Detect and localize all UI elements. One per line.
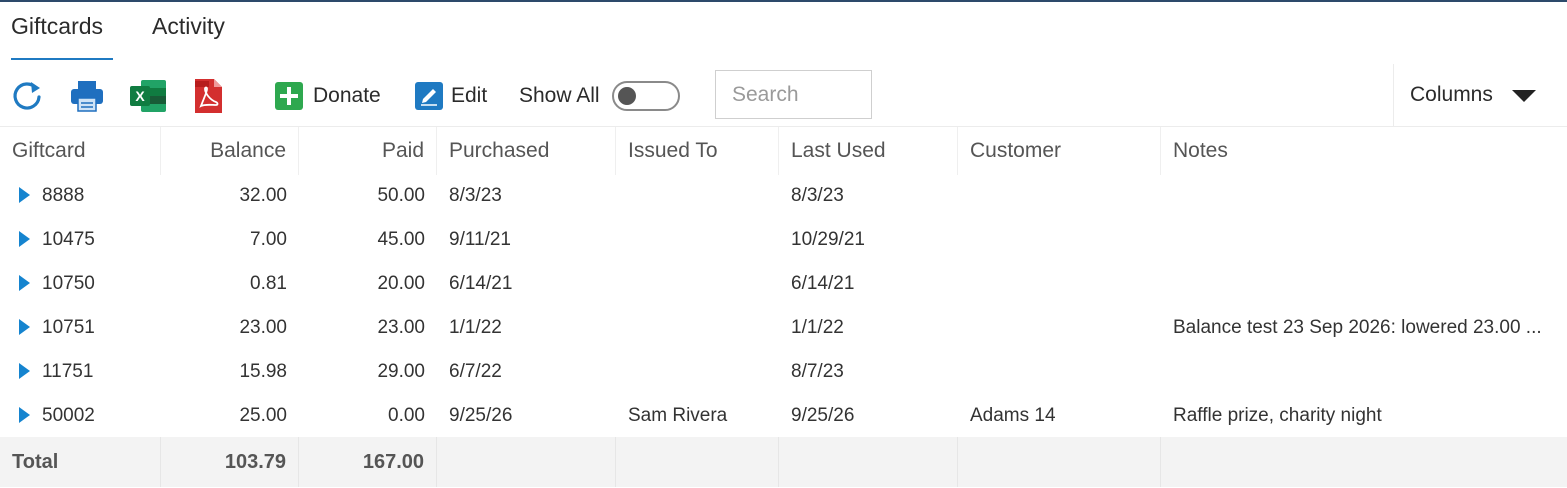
cell-giftcard: 10475	[42, 229, 95, 250]
expand-row-icon[interactable]	[19, 231, 30, 247]
cell-giftcard: 11751	[42, 361, 94, 382]
tab-giftcards[interactable]: Giftcards	[11, 12, 113, 60]
cell-issued-to	[616, 174, 779, 218]
total-label: Total	[0, 437, 161, 487]
toggle-knob	[618, 87, 636, 105]
cell-purchased: 6/7/22	[449, 361, 502, 382]
cell-paid: 45.00	[377, 229, 425, 250]
cell-notes	[1161, 262, 1561, 306]
total-empty-cell	[616, 437, 779, 487]
cell-issued-to	[616, 262, 779, 306]
columns-label: Columns	[1410, 83, 1493, 106]
cell-paid: 50.00	[377, 185, 425, 206]
cell-purchased: 9/25/26	[449, 405, 513, 426]
cell-customer	[958, 262, 1161, 306]
print-icon[interactable]	[69, 78, 105, 114]
cell-last-used: 9/25/26	[791, 405, 855, 426]
edit-button[interactable]: Edit	[415, 78, 487, 114]
column-header-balance[interactable]: Balance	[161, 127, 299, 175]
table-row[interactable]: 10475 7.00 45.00 9/11/21 10/29/21	[0, 218, 1567, 262]
cell-notes	[1161, 174, 1561, 218]
cell-giftcard: 8888	[42, 185, 85, 206]
cell-paid: 20.00	[377, 273, 425, 294]
totals-row: Total 103.79 167.00	[0, 437, 1567, 487]
tab-activity[interactable]: Activity	[152, 12, 225, 60]
cell-notes: Raffle prize, charity night	[1173, 405, 1382, 426]
table-row[interactable]: 50002 25.00 0.00 9/25/26 Sam Rivera 9/25…	[0, 394, 1567, 438]
cell-issued-to	[616, 218, 779, 262]
expand-row-icon[interactable]	[19, 187, 30, 203]
cell-balance: 15.98	[239, 361, 287, 382]
cell-notes	[1161, 350, 1561, 394]
column-header-issued-to[interactable]: Issued To	[616, 127, 779, 175]
donate-label: Donate	[313, 84, 381, 107]
table-header: Giftcard Balance Paid Purchased Issued T…	[0, 126, 1567, 175]
total-balance: 103.79	[161, 437, 299, 487]
cell-giftcard: 50002	[42, 405, 95, 426]
cell-last-used: 8/7/23	[791, 361, 844, 382]
tab-bar: Giftcards Activity	[0, 2, 1567, 60]
cell-balance: 32.00	[239, 185, 287, 206]
cell-balance: 0.81	[250, 273, 287, 294]
donate-button[interactable]: Donate	[275, 78, 381, 114]
cell-last-used: 10/29/21	[791, 229, 865, 250]
column-header-notes[interactable]: Notes	[1161, 127, 1567, 175]
refresh-icon[interactable]	[9, 78, 45, 114]
expand-row-icon[interactable]	[19, 407, 30, 423]
cell-purchased: 6/14/21	[449, 273, 513, 294]
cell-balance: 7.00	[250, 229, 287, 250]
cell-balance: 23.00	[239, 317, 287, 338]
cell-purchased: 8/3/23	[449, 185, 502, 206]
column-header-giftcard[interactable]: Giftcard	[0, 127, 161, 175]
cell-customer	[958, 174, 1161, 218]
total-empty-cell	[958, 437, 1161, 487]
cell-last-used: 8/3/23	[791, 185, 844, 206]
column-header-purchased[interactable]: Purchased	[437, 127, 616, 175]
cell-purchased: 1/1/22	[449, 317, 502, 338]
plus-icon	[275, 82, 303, 110]
column-header-last-used[interactable]: Last Used	[779, 127, 958, 175]
table-row[interactable]: 8888 32.00 50.00 8/3/23 8/3/23	[0, 174, 1567, 218]
cell-balance: 25.00	[239, 405, 287, 426]
table-row[interactable]: 11751 15.98 29.00 6/7/22 8/7/23	[0, 350, 1567, 394]
expand-row-icon[interactable]	[19, 319, 30, 335]
cell-last-used: 1/1/22	[791, 317, 844, 338]
column-header-customer[interactable]: Customer	[958, 127, 1161, 175]
cell-notes	[1161, 218, 1561, 262]
cell-paid: 29.00	[377, 361, 425, 382]
search-input[interactable]	[715, 70, 872, 119]
show-all-toggle[interactable]	[612, 81, 680, 111]
cell-customer	[958, 306, 1161, 350]
table-row[interactable]: 10750 0.81 20.00 6/14/21 6/14/21	[0, 262, 1567, 306]
expand-row-icon[interactable]	[19, 363, 30, 379]
show-all-label: Show All	[519, 84, 600, 107]
caret-down-icon	[1512, 90, 1536, 102]
excel-icon[interactable]: X	[129, 78, 166, 114]
toolbar: X Donate Edit Show All Search Columns	[0, 64, 1567, 126]
cell-last-used: 6/14/21	[791, 273, 855, 294]
cell-issued-to: Sam Rivera	[628, 405, 728, 426]
edit-label: Edit	[451, 84, 488, 107]
svg-text:X: X	[135, 88, 145, 104]
column-header-paid[interactable]: Paid	[299, 127, 437, 175]
cell-giftcard: 10751	[42, 317, 95, 338]
table-row[interactable]: 10751 23.00 23.00 1/1/22 1/1/22 Balance …	[0, 306, 1567, 350]
cell-issued-to	[616, 306, 779, 350]
columns-dropdown[interactable]: Columns	[1393, 64, 1567, 126]
cell-notes: Balance test 23 Sep 2026: lowered 23.00 …	[1173, 317, 1542, 338]
pdf-icon[interactable]	[192, 78, 228, 114]
pencil-icon	[415, 82, 443, 110]
cell-giftcard: 10750	[42, 273, 95, 294]
expand-row-icon[interactable]	[19, 275, 30, 291]
total-empty-cell	[779, 437, 958, 487]
cell-customer	[958, 350, 1161, 394]
cell-paid: 23.00	[377, 317, 425, 338]
cell-purchased: 9/11/21	[449, 229, 511, 250]
total-paid: 167.00	[299, 437, 437, 487]
cell-issued-to	[616, 350, 779, 394]
cell-customer: Adams 14	[970, 405, 1056, 426]
total-empty-cell	[437, 437, 616, 487]
cell-paid: 0.00	[388, 405, 425, 426]
cell-customer	[958, 218, 1161, 262]
